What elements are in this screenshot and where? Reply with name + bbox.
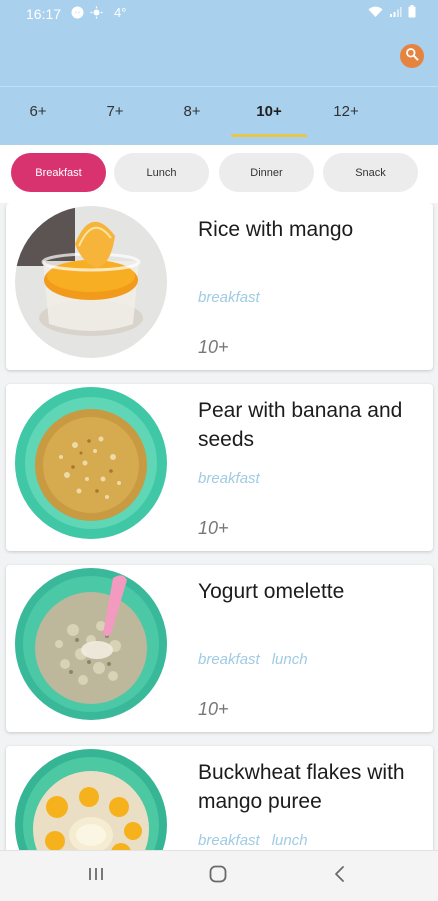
back-icon [333, 865, 347, 888]
recipe-tags: breakfast [198, 289, 260, 306]
recipe-tag: breakfast [198, 832, 260, 849]
recipe-card[interactable]: Rice with mango breakfast 10+ [6, 203, 433, 370]
tab-age-12[interactable]: 12+ [308, 103, 384, 120]
recipe-list[interactable]: Rice with mango breakfast 10+ Pear with … [0, 203, 438, 850]
back-button[interactable] [328, 865, 352, 887]
notification-icons [70, 5, 103, 19]
recipe-age: 10+ [198, 699, 229, 719]
home-button[interactable] [206, 865, 230, 887]
recent-apps-icon [86, 866, 106, 887]
search-button[interactable] [400, 44, 424, 68]
recipe-title: Pear with banana and seeds [198, 399, 403, 451]
chip-snack[interactable]: Snack [323, 153, 418, 192]
recipe-title: Buckwheat flakes with mango puree [198, 761, 405, 813]
signal-icon [389, 5, 402, 23]
recipe-photo [15, 749, 167, 850]
recipe-card[interactable]: Pear with banana and seeds breakfast 10+ [6, 384, 433, 551]
system-nav-bar [0, 850, 438, 901]
tab-age-6[interactable]: 6+ [0, 103, 76, 120]
recipe-tag: lunch [271, 832, 308, 849]
recipe-tag: breakfast [198, 289, 260, 306]
tab-age-8[interactable]: 8+ [154, 103, 230, 120]
recipe-title: Yogurt omelette [198, 580, 345, 603]
recipe-tags: breakfast lunch [198, 832, 308, 849]
weather-icon [89, 5, 103, 19]
tab-age-7[interactable]: 7+ [77, 103, 153, 120]
recipe-tag: breakfast [198, 470, 260, 487]
recipe-photo [15, 387, 167, 539]
recipe-tags: breakfast [198, 470, 260, 487]
chip-lunch[interactable]: Lunch [114, 153, 209, 192]
recipe-tag: lunch [271, 651, 308, 668]
status-temperature: 4° [114, 5, 127, 20]
chip-breakfast[interactable]: Breakfast [11, 153, 106, 192]
meal-filter-bar: Breakfast Lunch Dinner Snack [0, 145, 438, 203]
recipe-age: 10+ [198, 337, 229, 357]
age-tabs: 6+ 7+ 8+ 10+ 12+ [0, 87, 438, 145]
messenger-icon [70, 5, 84, 19]
chip-dinner[interactable]: Dinner [219, 153, 314, 192]
recipe-tag: breakfast [198, 651, 260, 668]
active-tab-indicator [231, 134, 307, 137]
recent-apps-button[interactable] [84, 865, 108, 887]
recipe-tags: breakfast lunch [198, 651, 308, 668]
app-header: 16:17 4° [0, 0, 438, 86]
tab-age-10[interactable]: 10+ [231, 103, 307, 120]
home-icon [208, 864, 228, 889]
recipe-photo [15, 568, 167, 720]
search-icon [405, 47, 419, 66]
status-time: 16:17 [26, 6, 62, 22]
recipe-card[interactable]: Buckwheat flakes with mango puree breakf… [6, 746, 433, 850]
battery-icon [408, 5, 416, 23]
recipe-photo [15, 206, 167, 358]
recipe-age: 10+ [198, 518, 229, 538]
recipe-title: Rice with mango [198, 218, 354, 241]
recipe-card[interactable]: Yogurt omelette breakfast lunch 10+ [6, 565, 433, 732]
system-status-icons [368, 5, 416, 23]
wifi-icon [368, 5, 383, 23]
